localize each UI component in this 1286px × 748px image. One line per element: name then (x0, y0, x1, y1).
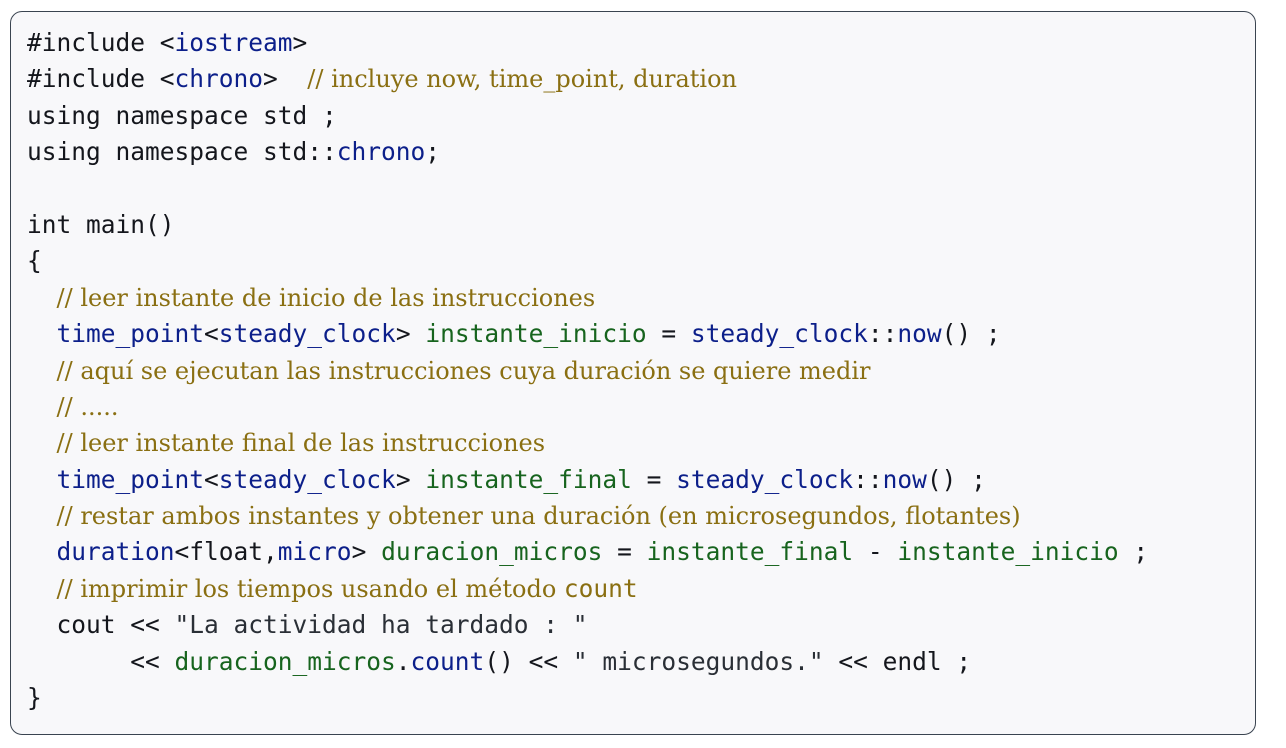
code-comment: // leer instante de inicio de las instru… (56, 283, 596, 312)
code-token: << endl ; (823, 646, 972, 676)
code-line: #include <chrono> // incluye now, time_p… (27, 61, 1148, 97)
code-token: = (646, 319, 691, 349)
code-token: = (602, 537, 647, 567)
code-token: > (395, 464, 426, 494)
code-token: instante_final (646, 537, 854, 567)
code-token: cout << (27, 610, 175, 640)
code-token: > (292, 28, 308, 57)
code-line: using namespace std::chrono; (27, 134, 1148, 170)
code-token: :: (867, 319, 898, 349)
code-token: () ; (926, 464, 986, 494)
code-token: () << (484, 646, 573, 676)
code-token: - (853, 537, 898, 567)
code-token: . (395, 646, 411, 676)
code-token: "La actividad ha tardado : " (174, 610, 588, 640)
code-token: { (27, 246, 42, 276)
code-token: now (897, 319, 942, 349)
code-comment: // ..... (56, 392, 119, 421)
code-token: steady_clock (676, 464, 854, 494)
code-token: < (204, 319, 219, 349)
code-token: now (882, 464, 927, 494)
code-token: duracion_micros (174, 646, 396, 676)
code-line: // leer instante de inicio de las instru… (27, 280, 1148, 316)
code-token: using namespace std ; (27, 100, 337, 130)
code-line: // restar ambos instantes y obtener una … (27, 498, 1148, 534)
code-comment: // imprimir los tiempos usando el método (56, 574, 564, 603)
code-line: { (27, 243, 1148, 279)
code-line: time_point<steady_clock> instante_inicio… (27, 316, 1148, 352)
code-token: < (204, 464, 219, 494)
code-line: // leer instante final de las instruccio… (27, 425, 1148, 461)
code-token: > (395, 319, 426, 349)
code-token: #include < (27, 64, 175, 94)
code-token: instante_final (425, 464, 632, 494)
code-line: // imprimir los tiempos usando el método… (27, 571, 1148, 607)
code-token: :: (853, 464, 883, 494)
code-token: " microsegundos." (572, 646, 824, 676)
code-token: iostream (174, 28, 293, 57)
code-token: chrono (174, 64, 264, 94)
code-line: duration<float,micro> duracion_micros = … (27, 534, 1149, 570)
code-token: <float, (174, 537, 278, 567)
code-comment: // leer instante final de las instruccio… (56, 429, 546, 458)
code-token: using namespace std:: (27, 137, 337, 167)
code-token: time_point (56, 464, 205, 494)
code-token: steady_clock (218, 319, 396, 349)
code-line: using namespace std ; (27, 98, 1148, 134)
code-token: duracion_micros (381, 537, 603, 567)
code-line: // aquí se ejecutan las instrucciones cu… (27, 353, 1148, 389)
code-token: () ; (941, 319, 1001, 349)
code-token: ; (425, 137, 441, 167)
code-token: duration (56, 537, 175, 567)
code-listing: #include <iostream> #include <chrono> // … (27, 25, 1148, 716)
code-comment: count (563, 573, 638, 603)
code-line: time_point<steady_clock> instante_final … (27, 462, 1148, 498)
code-token: micro (277, 537, 352, 567)
code-listing-frame: #include <iostream> #include <chrono> // … (10, 11, 1256, 735)
code-line: #include <iostream> (27, 25, 1148, 61)
code-comment: // incluye now, time_point, duration (307, 65, 738, 94)
code-comment: // restar ambos instantes y obtener una … (56, 502, 1021, 531)
code-token: instante_inicio (897, 537, 1119, 567)
code-line: cout << "La actividad ha tardado : " (27, 607, 1148, 643)
code-token: steady_clock (690, 319, 868, 349)
code-token: count (410, 646, 485, 676)
code-line: << duracion_micros.count() << " microseg… (27, 644, 1148, 680)
code-token: } (27, 683, 42, 713)
code-token: > (351, 537, 382, 567)
code-token: #include < (27, 28, 175, 57)
code-token: time_point (56, 319, 205, 349)
code-line: int main() (27, 207, 1148, 243)
code-token: instante_inicio (425, 319, 647, 349)
code-comment: // aquí se ejecutan las instrucciones cu… (56, 356, 871, 385)
code-token: chrono (336, 137, 426, 167)
code-token: steady_clock (218, 464, 396, 494)
code-line: } (27, 680, 1148, 716)
code-token: int main() (27, 209, 175, 239)
code-token: ; (1118, 537, 1149, 567)
code-token: = (631, 464, 677, 494)
code-token: << (27, 646, 175, 676)
code-token: > (263, 64, 308, 94)
code-line: // ..... (27, 389, 1148, 425)
